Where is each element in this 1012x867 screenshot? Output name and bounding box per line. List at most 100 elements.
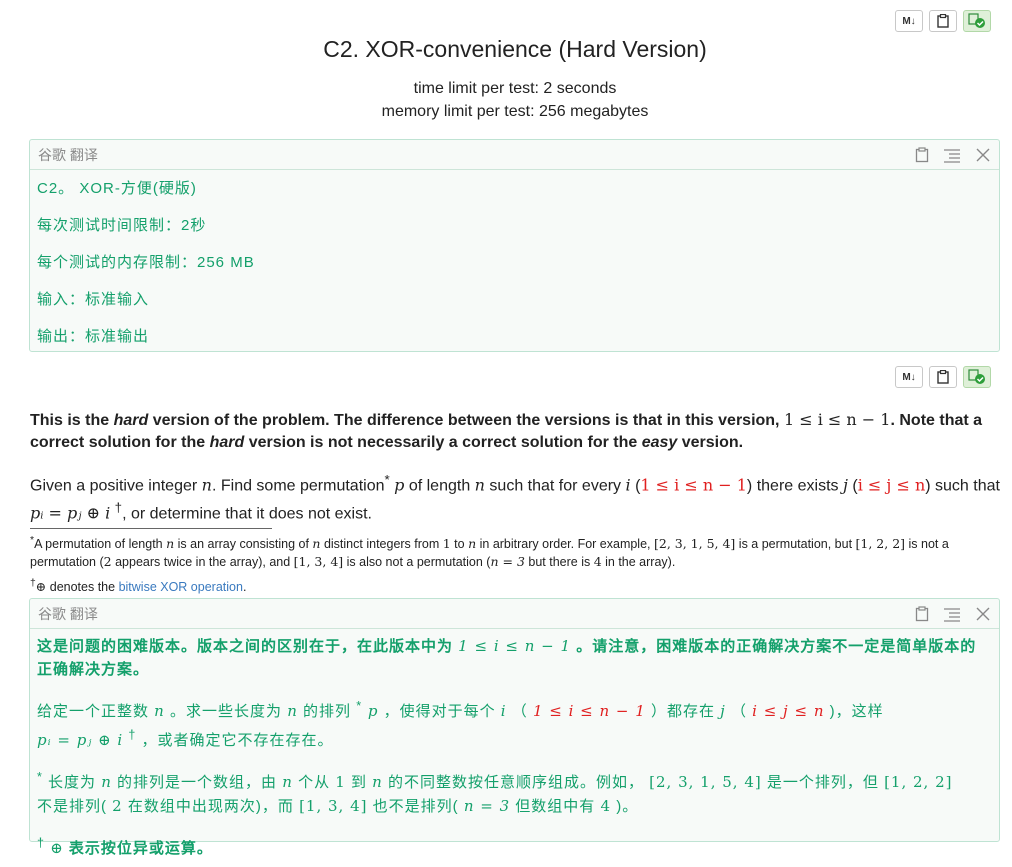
- memory-limit: memory limit per test: 256 megabytes: [381, 103, 649, 120]
- text: 但数组中有: [510, 797, 601, 815]
- math-condition: i ≤ j ≤ n: [857, 475, 926, 495]
- math-equation: n = 3: [490, 554, 525, 570]
- text: )，这样: [824, 703, 884, 720]
- text: , or determine that it does not exist.: [122, 505, 372, 523]
- statement-paragraph-2: Given a positive integer n. Find some pe…: [30, 469, 1000, 526]
- copy-button[interactable]: [929, 366, 957, 388]
- translation-source-label: 谷歌 翻译: [38, 146, 98, 163]
- clipboard-icon[interactable]: [915, 146, 929, 163]
- translation-paragraph: † ⊕ 表示按位异或运算。: [37, 832, 992, 861]
- text: in the array).: [601, 555, 676, 570]
- math-equation: n = 3: [463, 796, 511, 815]
- text: 的排列是一个数组，由: [111, 774, 283, 791]
- math-var: p: [394, 475, 405, 495]
- text: version of the problem. The difference b…: [148, 412, 784, 429]
- translation-line: 每次测试时间限制：2秒: [37, 217, 207, 234]
- text: 表示按位异或运算。: [63, 840, 213, 857]
- text: ) there exists: [746, 477, 843, 495]
- text: but there is: [524, 555, 594, 570]
- math-var: n: [282, 773, 293, 791]
- text: )。: [611, 797, 639, 815]
- translate-check-icon: [968, 13, 985, 28]
- bitwise-xor-link[interactable]: bitwise XOR operation: [119, 580, 243, 594]
- math-var: n: [166, 536, 175, 552]
- footnote-mark: †: [114, 500, 123, 516]
- math-condition: 1 ≤ i ≤ n − 1: [783, 410, 891, 429]
- math-var: n: [154, 702, 165, 720]
- time-limit: time limit per test: 2 seconds: [413, 80, 617, 97]
- text: ，或者确定它不存在存在。: [136, 731, 334, 749]
- math-condition: 1 ≤ i ≤ n − 1: [640, 475, 747, 495]
- math-num: 2: [103, 554, 112, 570]
- footnotes: *A permutation of length n is an array c…: [30, 528, 1000, 596]
- text: 到: [345, 774, 373, 791]
- clipboard-icon: [937, 14, 949, 28]
- math-equation: pᵢ = pⱼ ⊕ i: [37, 730, 124, 749]
- text: is also not a permutation (: [343, 555, 491, 570]
- markdown-button[interactable]: M↓: [895, 10, 923, 32]
- text: 是一个排列，但: [761, 774, 885, 791]
- align-icon[interactable]: [943, 606, 961, 622]
- text: of length: [404, 477, 475, 495]
- text: 也不是排列(: [367, 797, 464, 815]
- copy-button[interactable]: [929, 10, 957, 32]
- xor-symbol: ⊕: [50, 839, 64, 857]
- text: hard: [209, 434, 245, 451]
- translate-toggle-button[interactable]: [963, 366, 991, 388]
- math-example: [1, 3, 4]: [299, 796, 368, 815]
- text: ）都存在: [645, 703, 721, 720]
- text: ，使得对于每个: [378, 703, 501, 720]
- math-var: n: [372, 773, 383, 791]
- text: version is not necessarily a correct sol…: [244, 434, 642, 451]
- math-condition: 1 ≤ i ≤ n − 1: [532, 702, 646, 720]
- math-var: n: [287, 702, 298, 720]
- text: appears twice in the array), and: [111, 555, 294, 570]
- translation-panel-header: 谷歌 翻译: [30, 140, 999, 170]
- text: (: [847, 477, 858, 495]
- translate-toggle-button[interactable]: [963, 10, 991, 32]
- text: 的排列: [297, 703, 357, 720]
- footnote-permutation: *A permutation of length n is an array c…: [30, 532, 1000, 571]
- math-num: 2: [112, 796, 123, 815]
- clipboard-icon[interactable]: [915, 605, 929, 622]
- translation-panel-statement: 谷歌 翻译 这是问题的困难版本。版本之间的区别在于，在此版本中为 1 ≤ i ≤…: [29, 598, 1000, 857]
- translation-paragraph: 给定一个正整数 n 。求一些长度为 n 的排列 * p ，使得对于每个 i （ …: [37, 695, 992, 752]
- math-equation: pᵢ = pⱼ ⊕ i: [30, 503, 111, 523]
- problem-title: C2. XOR-convenience (Hard Version): [323, 36, 707, 62]
- text: is a permutation, but: [735, 537, 856, 552]
- text: ) such that: [925, 477, 1000, 495]
- translation-line: 输入：标准输入: [37, 291, 150, 308]
- close-icon[interactable]: [975, 606, 991, 622]
- translation-line: 输出：标准输出: [37, 328, 150, 345]
- math-example: [1, 2, 2]: [855, 536, 906, 552]
- text: 。求一些长度为: [164, 703, 288, 720]
- statement-paragraph-1: This is the hard version of the problem.…: [30, 409, 1000, 454]
- math-condition: i ≤ j ≤ n: [752, 702, 825, 720]
- footnote-divider: [30, 528, 272, 529]
- footnote-mark: *: [384, 472, 390, 487]
- xor-symbol: ⊕: [35, 579, 47, 595]
- translation-source-label: 谷歌 翻译: [38, 605, 98, 622]
- translation-text: C2。 XOR-方便(硬版) 每次测试时间限制：2秒 每个测试的内存限制：256…: [30, 170, 999, 361]
- math-condition: 1 ≤ i ≤ n − 1: [458, 637, 572, 655]
- text: hard: [113, 412, 149, 429]
- text: in arbitrary order. For example,: [476, 537, 654, 552]
- math-example: [1, 3, 4]: [293, 554, 344, 570]
- align-icon[interactable]: [943, 147, 961, 163]
- math-num: 4: [600, 796, 612, 815]
- translation-panel-header-info: 谷歌 翻译 C2。 XOR-方便(硬版) 每次测试时间限制：2秒 每个测试的内存…: [29, 139, 1000, 352]
- text: easy: [641, 434, 678, 451]
- markdown-button[interactable]: M↓: [895, 366, 923, 388]
- math-example: [2, 3, 1, 5, 4]: [654, 536, 736, 552]
- text: （: [725, 703, 753, 720]
- math-example: [2, 3, 1, 5, 4]: [649, 773, 762, 791]
- text: （: [506, 703, 533, 720]
- math-num: 1: [335, 773, 346, 791]
- footnote-mark: †: [37, 836, 45, 850]
- math-var: n: [474, 475, 485, 495]
- text: 的不同整数按任意顺序组成。例如，: [382, 774, 650, 791]
- text: A permutation of length: [34, 537, 167, 552]
- text: to: [450, 537, 469, 552]
- close-icon[interactable]: [975, 147, 991, 163]
- text: 给定一个正整数: [37, 703, 155, 720]
